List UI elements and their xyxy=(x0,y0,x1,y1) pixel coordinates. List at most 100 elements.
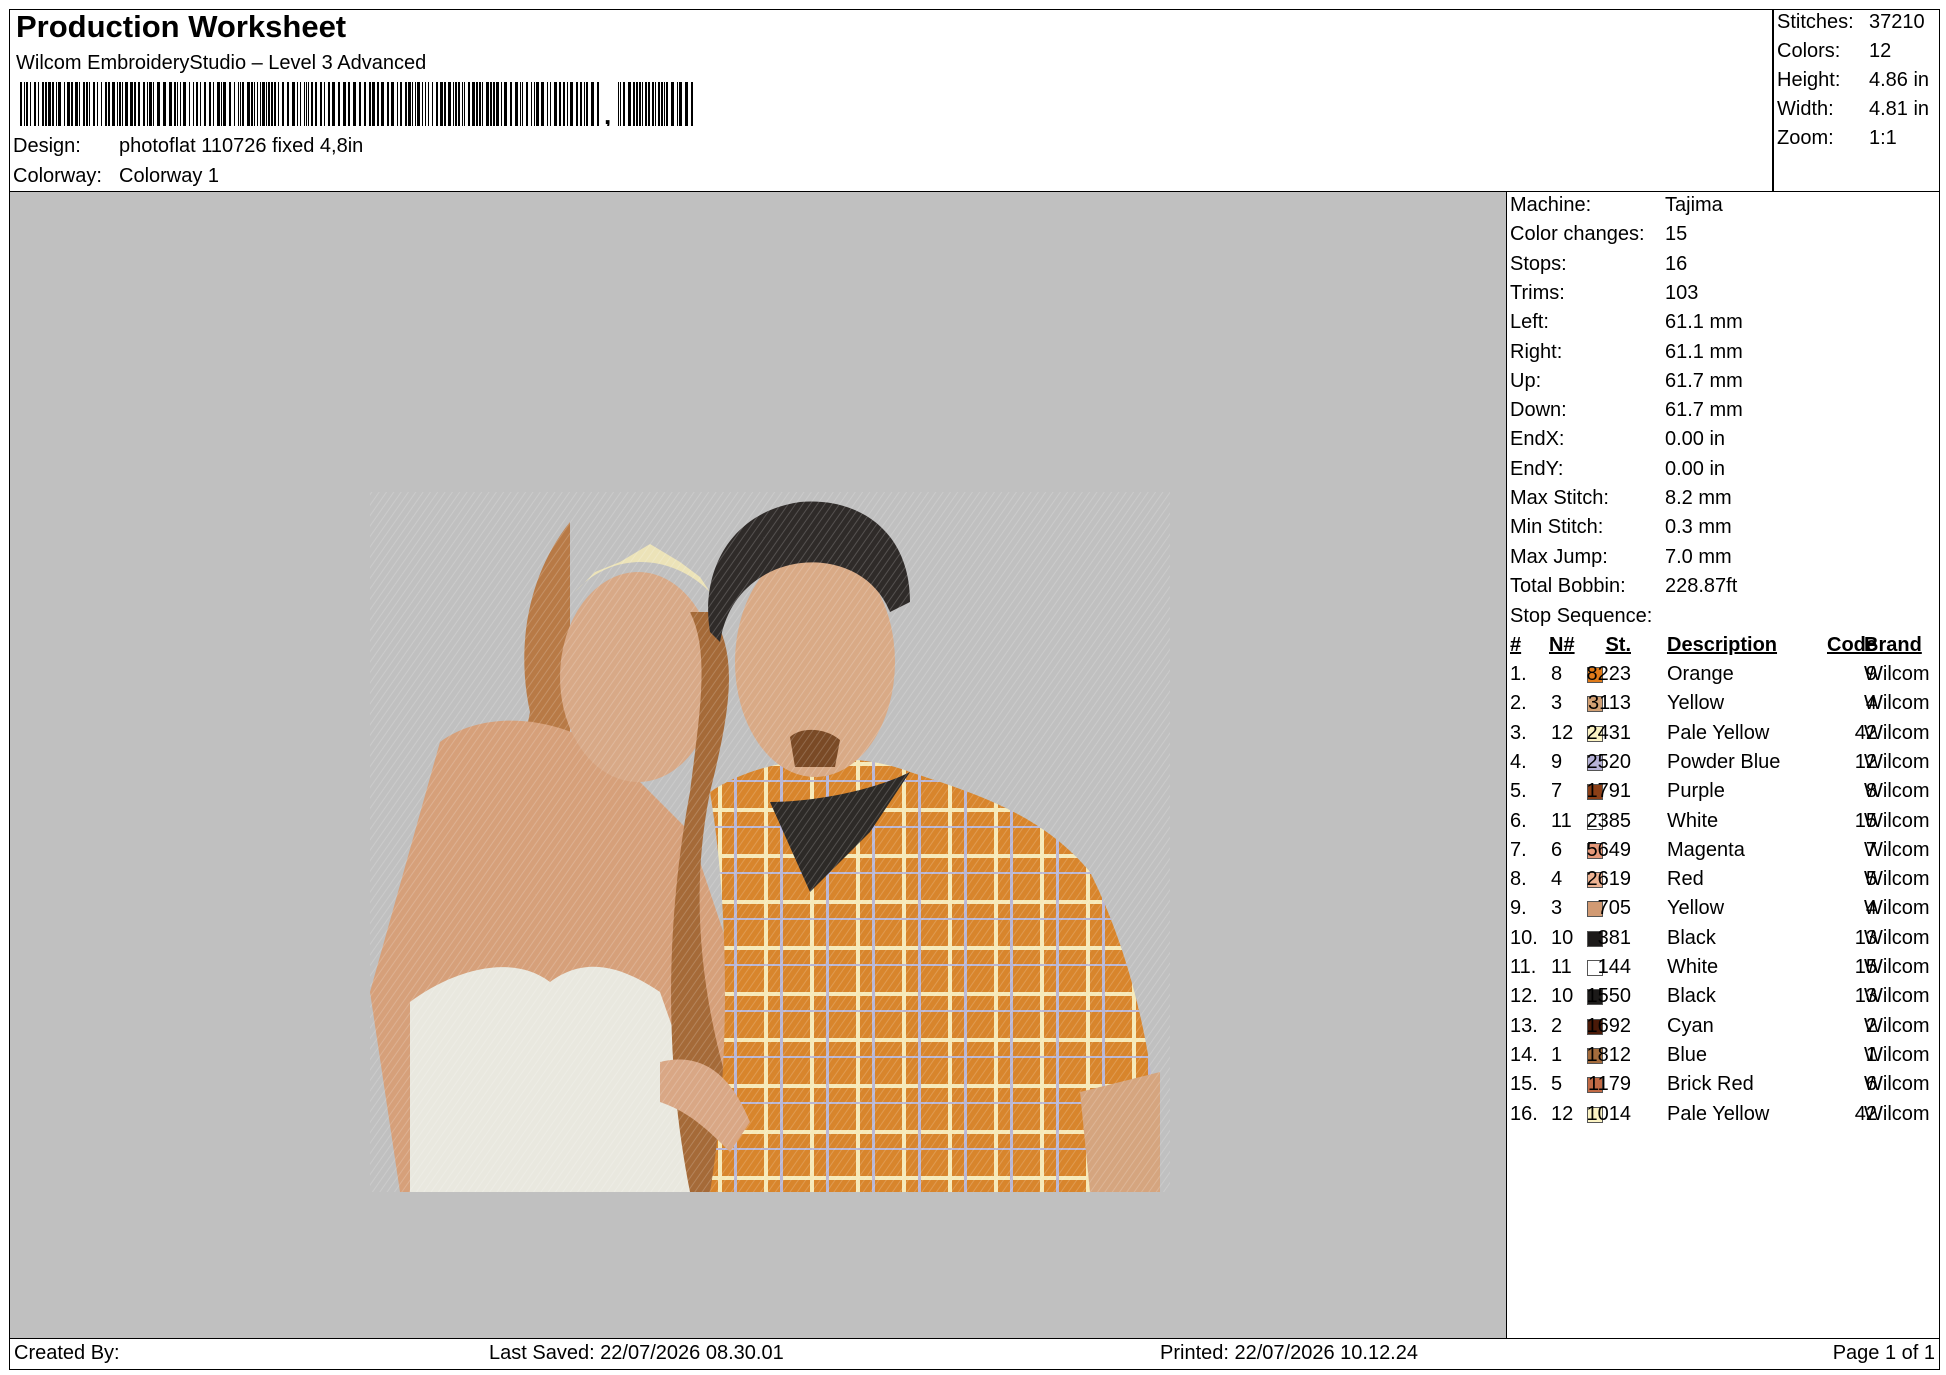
seq-row-num: 13. xyxy=(1510,1014,1538,1037)
seq-row-description: Black xyxy=(1667,926,1716,949)
machine-info-label: EndX: xyxy=(1510,428,1565,451)
seq-row-description: Pale Yellow xyxy=(1667,1102,1770,1125)
seq-row-num: 5. xyxy=(1510,780,1527,803)
col-header-num: # xyxy=(1510,634,1522,656)
height-label: Height: xyxy=(1777,69,1841,91)
stop-sequence-label: Stop Sequence: xyxy=(1510,605,1653,627)
colorway-label: Colorway: xyxy=(13,165,102,187)
stitches-value: 37210 xyxy=(1869,11,1925,33)
zoom-value: 1:1 xyxy=(1869,127,1897,149)
seq-row-needle: 3 xyxy=(1551,692,1563,715)
seq-row-needle: 12 xyxy=(1551,1102,1574,1125)
seq-row-stitches: 2431 xyxy=(1586,721,1632,744)
barcode: , xyxy=(20,82,693,126)
seq-row-brand: Wilcom xyxy=(1864,1102,1930,1125)
seq-row-description: Brick Red xyxy=(1667,1073,1754,1096)
machine-info-value: 228.87ft xyxy=(1665,574,1738,597)
machine-info-label: Max Jump: xyxy=(1510,545,1608,568)
seq-row-needle: 5 xyxy=(1551,1073,1563,1096)
machine-info-value: 8.2 mm xyxy=(1665,487,1732,509)
seq-row-brand: Wilcom xyxy=(1864,1043,1930,1066)
software-name: Wilcom EmbroideryStudio – Level 3 Advanc… xyxy=(16,52,427,74)
width-value: 4.81 in xyxy=(1869,98,1930,120)
seq-row-description: Pale Yellow xyxy=(1667,721,1770,744)
machine-info-value: 0.00 in xyxy=(1665,457,1726,480)
seq-row-stitches: 2385 xyxy=(1586,809,1632,832)
machine-info-value: 61.7 mm xyxy=(1665,369,1743,392)
seq-row-brand: Wilcom xyxy=(1864,750,1930,773)
seq-row-num: 11. xyxy=(1510,956,1537,978)
seq-row-description: Orange xyxy=(1667,663,1734,685)
seq-row-description: Yellow xyxy=(1667,692,1725,715)
seq-row-description: Red xyxy=(1667,868,1704,891)
col-header-stitches: St. xyxy=(1605,634,1631,656)
colors-label: Colors: xyxy=(1777,40,1841,62)
seq-row-brand: Wilcom xyxy=(1864,692,1930,715)
seq-row-num: 14. xyxy=(1510,1043,1538,1066)
printed-date: Printed: 22/07/2026 10.12.24 xyxy=(1160,1342,1418,1364)
seq-row-stitches: 705 xyxy=(1597,897,1631,920)
machine-info-label: Down: xyxy=(1510,399,1567,422)
page-title: Production Worksheet xyxy=(16,9,347,44)
stats-panel: Stitches: 37210 Colors: 12 Height: 4.86 … xyxy=(1772,9,1940,192)
info-panel: Machine: Tajima Color changes: 15 Stops: 16 Tr… xyxy=(1506,191,1940,1339)
col-header-needle: N# xyxy=(1549,634,1575,656)
seq-row-description: Purple xyxy=(1667,780,1725,803)
seq-row-needle: 8 xyxy=(1551,663,1563,685)
seq-row-num: 6. xyxy=(1510,809,1527,832)
machine-info-value: 7.0 mm xyxy=(1665,545,1732,568)
seq-row-num: 2. xyxy=(1510,692,1527,715)
zoom-label: Zoom: xyxy=(1777,127,1834,149)
seq-row-needle: 2 xyxy=(1551,1014,1563,1037)
seq-row-brand: Wilcom xyxy=(1864,663,1930,685)
seq-row-brand: Wilcom xyxy=(1864,956,1930,978)
machine-info-value: 61.1 mm xyxy=(1665,340,1743,363)
col-header-brand: Brand xyxy=(1864,634,1922,656)
seq-row-stitches: 1812 xyxy=(1586,1043,1632,1066)
machine-info-value: 103 xyxy=(1665,281,1699,304)
seq-row-num: 8. xyxy=(1510,868,1527,891)
seq-row-needle: 10 xyxy=(1551,926,1574,949)
embroidery-image xyxy=(370,492,1170,1192)
seq-row-needle: 9 xyxy=(1551,750,1563,773)
machine-info-value: 61.7 mm xyxy=(1665,399,1743,422)
machine-info-label: Stops: xyxy=(1510,252,1567,275)
seq-row-stitches: 1014 xyxy=(1586,1102,1632,1125)
machine-info-value: 0.00 in xyxy=(1665,428,1726,451)
created-by: Created By: xyxy=(14,1342,120,1364)
seq-row-brand: Wilcom xyxy=(1864,721,1930,744)
seq-row-needle: 10 xyxy=(1551,985,1574,1008)
seq-row-stitches: 1791 xyxy=(1586,780,1632,803)
width-label: Width: xyxy=(1777,98,1834,120)
seq-row-num: 16. xyxy=(1510,1102,1538,1125)
seq-row-needle: 3 xyxy=(1551,897,1563,920)
seq-row-stitches: 381 xyxy=(1597,926,1631,949)
seq-row-num: 4. xyxy=(1510,750,1527,773)
machine-info-value: 16 xyxy=(1665,252,1688,275)
seq-row-stitches: 1179 xyxy=(1587,1073,1631,1096)
seq-row-stitches: 2520 xyxy=(1586,750,1632,773)
seq-row-needle: 12 xyxy=(1551,721,1574,744)
seq-row-description: Cyan xyxy=(1667,1014,1714,1037)
seq-row-needle: 7 xyxy=(1551,780,1563,803)
height-value: 4.86 in xyxy=(1869,69,1930,91)
seq-row-description: Magenta xyxy=(1667,838,1745,861)
seq-row-brand: Wilcom xyxy=(1864,897,1930,920)
seq-row-num: 10. xyxy=(1510,926,1538,949)
machine-info-label: Machine: xyxy=(1510,194,1592,216)
machine-info-label: Up: xyxy=(1510,369,1542,392)
machine-info-value: 61.1 mm xyxy=(1665,311,1743,334)
design-preview xyxy=(9,191,1507,1339)
last-saved: Last Saved: 22/07/2026 08.30.01 xyxy=(489,1342,784,1364)
design-value: photoflat 110726 fixed 4,8in xyxy=(119,135,364,157)
seq-row-needle: 6 xyxy=(1551,838,1563,861)
design-label: Design: xyxy=(13,135,81,157)
seq-row-stitches: 5649 xyxy=(1586,838,1632,861)
machine-info-label: EndY: xyxy=(1510,457,1564,480)
seq-row-needle: 1 xyxy=(1551,1043,1563,1066)
machine-info-label: Color changes: xyxy=(1510,223,1645,246)
seq-row-num: 15. xyxy=(1510,1073,1538,1096)
seq-row-description: Black xyxy=(1667,985,1716,1008)
seq-row-stitches: 2619 xyxy=(1586,868,1632,891)
seq-row-brand: Wilcom xyxy=(1864,809,1930,832)
